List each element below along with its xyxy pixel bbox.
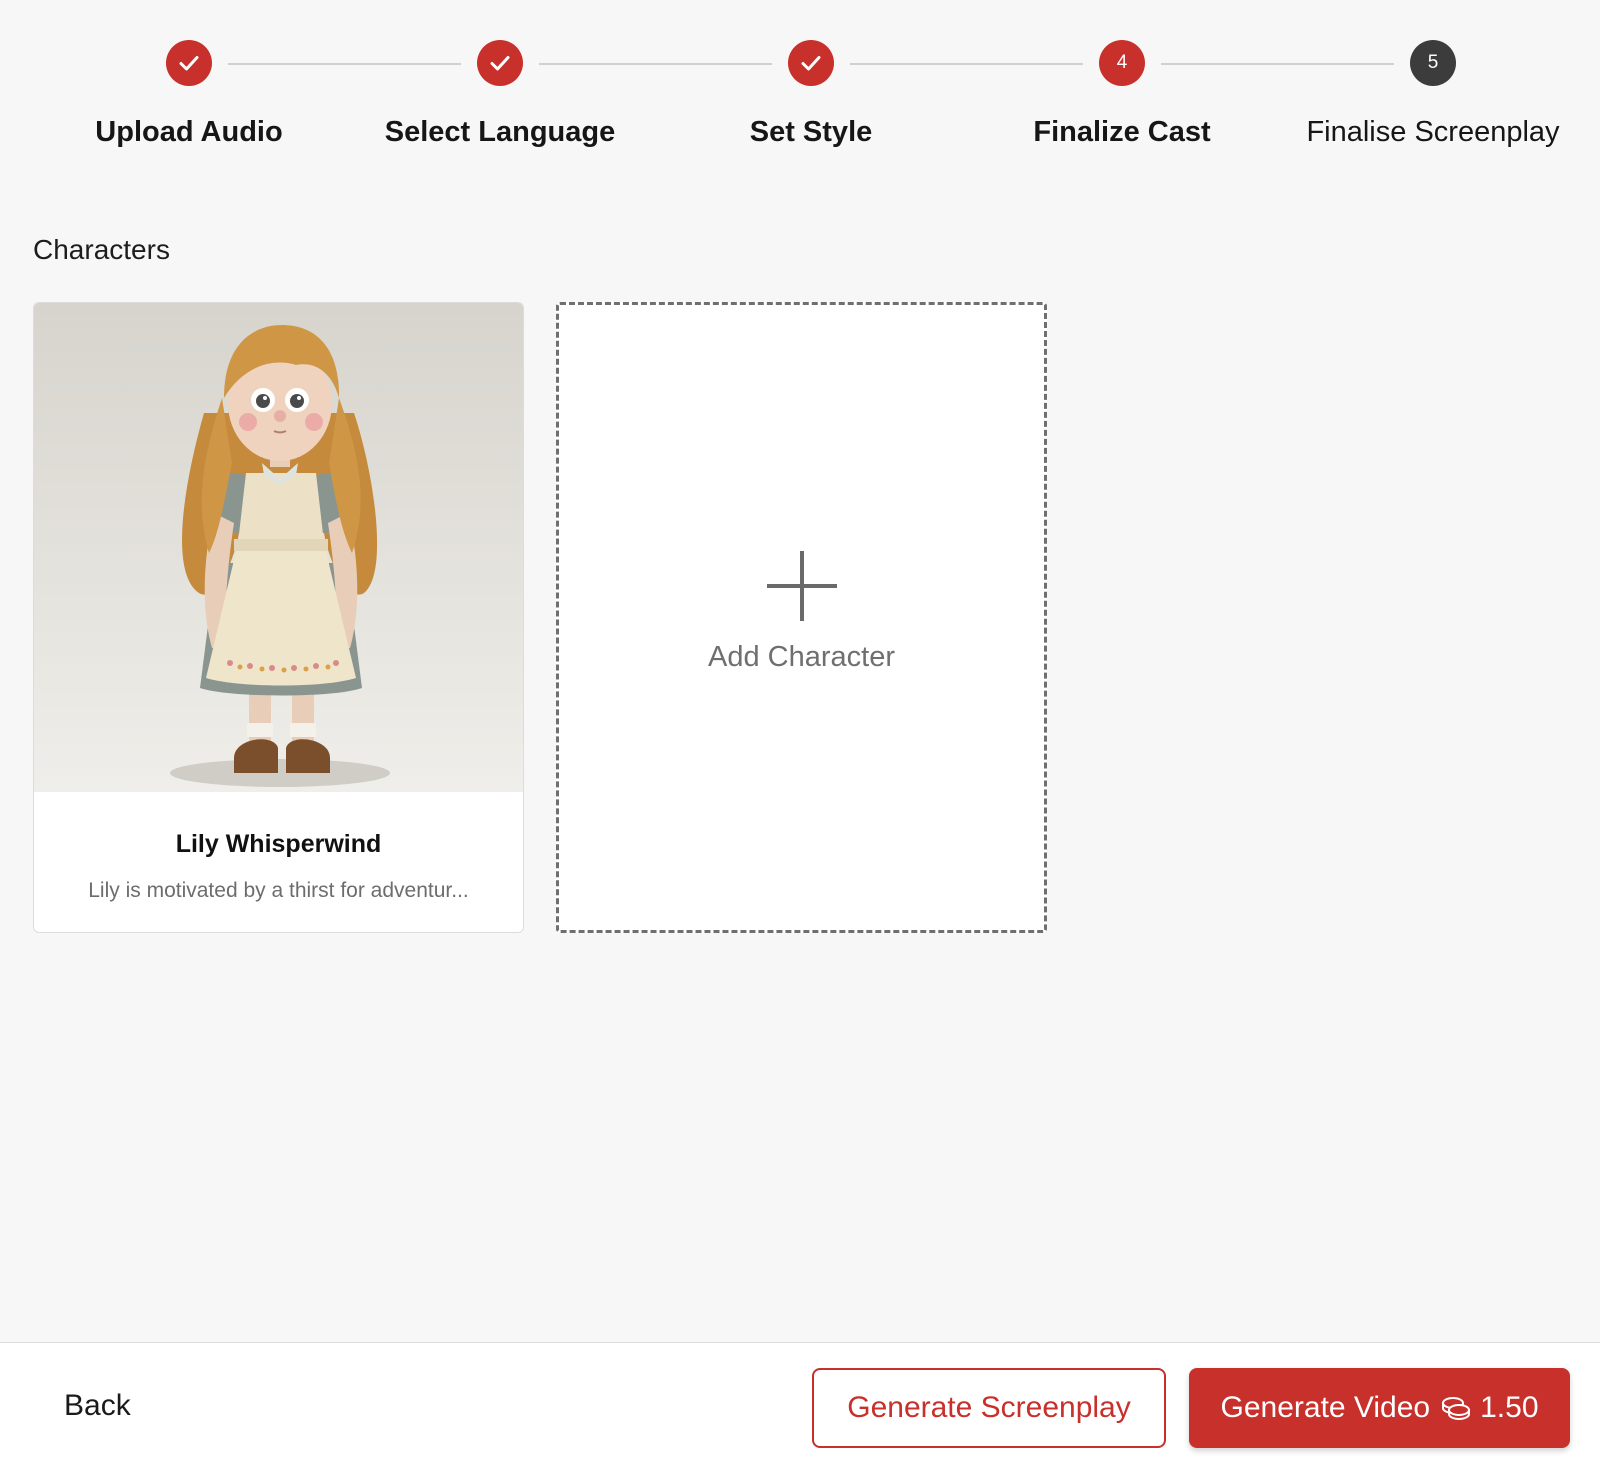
character-name: Lily Whisperwind [175,830,382,858]
check-icon [166,40,212,86]
generate-screenplay-button[interactable]: Generate Screenplay [812,1368,1166,1448]
add-character-button[interactable]: Add Character [556,302,1047,933]
character-description: Lily is motivated by a thirst for advent… [88,879,469,902]
generate-video-cost: 1.50 [1480,1391,1539,1424]
generate-screenplay-label: Generate Screenplay [847,1391,1131,1424]
step-label: Finalize Cast [1033,116,1211,148]
step-label: Select Language [384,116,616,148]
step-label: Upload Audio [95,116,283,148]
plus-icon [766,551,837,621]
check-icon [788,40,834,86]
character-card[interactable]: Lily Whisperwind Lily is motivated by a … [33,302,524,933]
back-button[interactable]: Back [64,1389,131,1423]
step-number-badge: 4 [1099,40,1145,86]
step-finalize-cast[interactable]: 4 Finalize Cast [972,40,1272,149]
progress-stepper: Upload Audio Select Language Set Style 4… [0,40,1600,170]
step-label: Set Style [749,116,873,148]
section-title: Characters [33,234,170,265]
add-character-label: Add Character [708,641,895,673]
footer-bar: Back Generate Screenplay Generate Video … [0,1342,1600,1469]
step-label: Finalise Screenplay [1306,116,1560,148]
step-finalise-screenplay[interactable]: 5 Finalise Screenplay [1283,40,1583,149]
page: Upload Audio Select Language Set Style 4… [0,0,1600,1469]
step-set-style[interactable]: Set Style [661,40,961,149]
generate-video-button[interactable]: Generate Video 1.50 [1189,1368,1570,1448]
coins-icon [1442,1397,1471,1421]
step-upload-audio[interactable]: Upload Audio [39,40,339,149]
character-image [34,303,523,792]
check-icon [477,40,523,86]
step-select-language[interactable]: Select Language [350,40,650,149]
step-number-badge: 5 [1410,40,1456,86]
generate-video-label: Generate Video [1220,1391,1431,1424]
